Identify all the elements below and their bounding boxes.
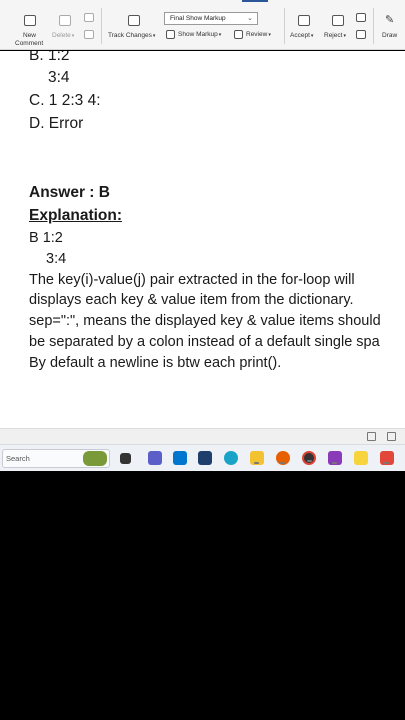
new-comment-label: New bbox=[23, 32, 37, 39]
answer-heading: Answer : B bbox=[29, 184, 110, 201]
file-explorer-icon[interactable] bbox=[250, 451, 264, 465]
task-view-icon[interactable] bbox=[120, 453, 131, 464]
taskbar-search-box[interactable]: Search bbox=[2, 449, 110, 468]
active-tab-indicator bbox=[242, 0, 268, 2]
explanation-result-line-2: 3:4 bbox=[46, 251, 67, 267]
accept-button[interactable]: Accept▾ bbox=[289, 12, 319, 42]
edge-icon[interactable] bbox=[224, 451, 238, 465]
teams-icon[interactable] bbox=[148, 451, 162, 465]
explanation-paragraph-line: be separated by a colon instead of a def… bbox=[29, 334, 380, 350]
chrome-icon[interactable] bbox=[302, 451, 316, 465]
reject-label: Reject▾ bbox=[324, 32, 346, 39]
explanation-paragraph-line: By default a newline is btw each print()… bbox=[29, 355, 282, 371]
dell-icon[interactable] bbox=[173, 451, 187, 465]
print-layout-icon[interactable] bbox=[387, 432, 396, 441]
explanation-paragraph-line: The key(i)-value(j) pair extracted in th… bbox=[29, 272, 355, 288]
status-bar bbox=[0, 428, 405, 444]
delete-comment-icon bbox=[59, 15, 71, 26]
show-markup-button[interactable]: Show Markup▾ bbox=[166, 30, 230, 42]
search-highlight-icon bbox=[83, 451, 107, 466]
show-markup-icon bbox=[166, 30, 175, 39]
review-ribbon: New Comment Delete▾ Track Changes▾ Final… bbox=[0, 0, 405, 50]
markup-view-select[interactable]: Final Show Markup ⌄ bbox=[164, 12, 258, 25]
track-changes-label: Track Changes▾ bbox=[108, 32, 156, 39]
new-comment-label-2: Comment bbox=[15, 40, 44, 47]
explanation-heading: Explanation: bbox=[29, 207, 123, 224]
store-icon[interactable] bbox=[198, 451, 212, 465]
option-b-line: B. 1:2 bbox=[29, 51, 70, 64]
sticky-notes-icon[interactable] bbox=[354, 451, 368, 465]
show-markup-label: Show Markup▾ bbox=[178, 31, 222, 38]
reject-button[interactable]: Reject▾ bbox=[323, 12, 353, 42]
next-change-icon[interactable] bbox=[356, 30, 366, 39]
ribbon-separator bbox=[101, 8, 102, 44]
explanation-paragraph-line: sep=":", means the displayed key & value… bbox=[29, 313, 381, 329]
new-comment-button[interactable]: New Comment bbox=[10, 12, 50, 48]
focus-mode-icon[interactable] bbox=[367, 432, 376, 441]
option-c-line: C. 1 2:3 4: bbox=[29, 92, 101, 109]
draw-label: Draw bbox=[382, 32, 398, 39]
next-comment-icon[interactable] bbox=[84, 30, 94, 39]
ribbon-separator bbox=[373, 8, 374, 44]
video-editor-icon[interactable] bbox=[328, 451, 342, 465]
review-pane-icon bbox=[234, 30, 243, 39]
previous-comment-icon[interactable] bbox=[84, 13, 94, 22]
accept-label: Accept▾ bbox=[290, 32, 314, 39]
track-changes-button[interactable]: Track Changes▾ bbox=[106, 12, 160, 42]
taskbar-search-label: Search bbox=[6, 454, 30, 463]
taskbar: Search bbox=[0, 444, 405, 471]
word-icon[interactable] bbox=[380, 451, 394, 465]
previous-change-icon[interactable] bbox=[356, 13, 366, 22]
ribbon-separator bbox=[284, 8, 285, 44]
accept-change-icon bbox=[298, 15, 310, 26]
black-letterbox bbox=[0, 471, 405, 720]
pen-icon: ✎ bbox=[385, 14, 395, 26]
new-comment-icon bbox=[24, 15, 36, 26]
explanation-paragraph-line: displays each key & value item from the … bbox=[29, 292, 354, 308]
delete-comment-button[interactable]: Delete▾ bbox=[52, 12, 80, 42]
option-d-line: D. Error bbox=[29, 115, 84, 132]
track-changes-icon bbox=[128, 15, 140, 26]
reject-change-icon bbox=[332, 15, 344, 26]
review-label: Review▾ bbox=[246, 31, 271, 38]
explanation-result-line: B 1:2 bbox=[29, 230, 63, 246]
document-page[interactable]: B. 1:2 3:4 C. 1 2:3 4: D. Error Answer :… bbox=[0, 51, 405, 428]
chevron-down-icon: ⌄ bbox=[247, 15, 253, 22]
review-pane-button[interactable]: Review▾ bbox=[234, 30, 278, 42]
draw-button[interactable]: ✎ Draw bbox=[378, 12, 404, 42]
option-b-line-2: 3:4 bbox=[48, 69, 70, 86]
firefox-icon[interactable] bbox=[276, 451, 290, 465]
delete-label: Delete▾ bbox=[52, 32, 75, 39]
